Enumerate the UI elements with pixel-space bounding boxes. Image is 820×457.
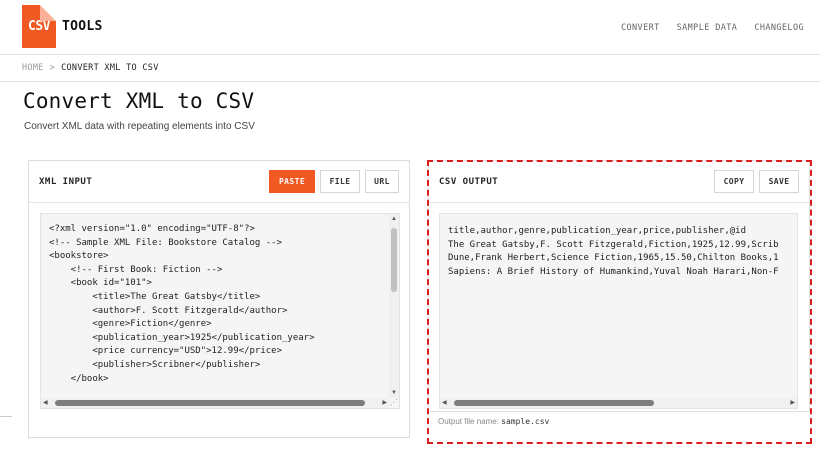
xml-line: <publication_year>1925</publication_year… [49,332,315,343]
scroll-right-arrow[interactable]: ▶ [382,399,387,407]
xml-panel-buttons: PASTE FILE URL [269,170,399,193]
xml-line: <title>The Great Gatsby</title> [49,291,261,302]
breadcrumb-home[interactable]: HOME [22,63,44,73]
nav-convert[interactable]: CONVERT [621,23,660,33]
xml-line: <!-- Sample XML File: Bookstore Catalog … [49,237,282,248]
xml-line: <price currency="USD">12.99</price> [49,346,282,357]
xml-input-panel: XML INPUT PASTE FILE URL <?xml version="… [28,160,410,438]
xml-vertical-scrollbar[interactable]: ▲ ▼ [389,214,399,398]
xml-line: <!-- First Book: Fiction --> [49,264,223,275]
xml-hscroll-thumb[interactable] [55,400,365,406]
top-nav: CONVERT SAMPLE DATA CHANGELOG [621,23,804,33]
xml-panel-title: XML INPUT [39,176,93,187]
xml-line: <bookstore> [49,251,109,262]
xml-line: <?xml version="1.0" encoding="UTF-8"?> [49,224,255,234]
xml-vscroll-thumb[interactable] [391,228,397,292]
site-header: CSV TOOLS CONVERT SAMPLE DATA CHANGELOG [0,0,820,55]
breadcrumb-separator: > [49,63,56,73]
highlight-box [427,160,812,444]
xml-code-lines: <?xml version="1.0" encoding="UTF-8"?> <!… [49,223,315,386]
page-subtitle: Convert XML data with repeating elements… [24,121,255,132]
logo-text: TOOLS [62,19,103,34]
xml-input-textarea[interactable]: <?xml version="1.0" encoding="UTF-8"?> <!… [40,213,400,409]
scroll-down-arrow[interactable]: ▼ [391,389,397,397]
nav-changelog[interactable]: CHANGELOG [754,23,804,33]
breadcrumb: HOME > CONVERT XML TO CSV [0,55,820,82]
xml-horizontal-scrollbar[interactable]: ◀ ▶ [41,398,389,408]
scroll-up-arrow[interactable]: ▲ [391,215,397,223]
xml-line: </book> [49,373,109,384]
file-button[interactable]: FILE [320,170,360,193]
logo-mark: CSV [22,5,56,48]
xml-line: <genre>Fiction</genre> [49,319,212,330]
paste-button[interactable]: PASTE [269,170,315,193]
nav-sample-data[interactable]: SAMPLE DATA [677,23,738,33]
page-title: Convert XML to CSV [23,89,255,113]
divider [0,416,12,417]
xml-line: <author>F. Scott Fitzgerald</author> [49,305,288,316]
site-logo[interactable]: CSV TOOLS [22,5,103,48]
resize-grip-icon[interactable]: ⋰ [390,399,398,407]
url-button[interactable]: URL [365,170,399,193]
xml-line: <publisher>Scribner</publisher> [49,359,261,370]
scroll-left-arrow[interactable]: ◀ [43,399,48,407]
breadcrumb-current: CONVERT XML TO CSV [61,63,159,73]
xml-line: <book id="101"> [49,278,152,289]
